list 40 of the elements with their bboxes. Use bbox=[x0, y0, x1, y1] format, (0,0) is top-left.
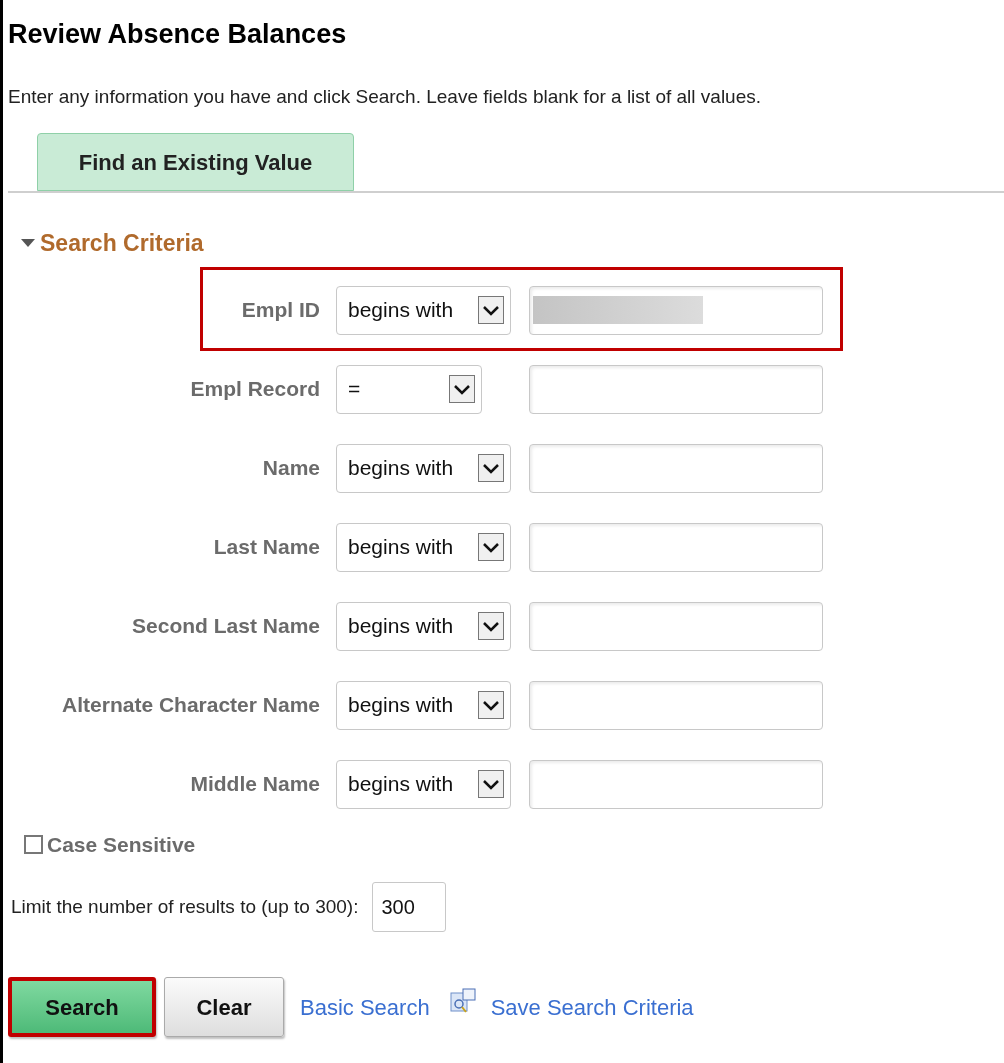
input-field[interactable] bbox=[529, 285, 823, 335]
dropdown-caret-icon bbox=[478, 612, 504, 640]
field-label: Empl Record bbox=[189, 376, 321, 403]
input-field[interactable] bbox=[529, 680, 823, 730]
operator-select[interactable]: begins with bbox=[336, 285, 511, 335]
field-label: Second Last Name bbox=[131, 613, 321, 640]
field-label: Alternate Character Name bbox=[61, 692, 321, 719]
field-label: Empl ID bbox=[240, 297, 321, 324]
dropdown-caret-icon bbox=[478, 454, 504, 482]
dropdown-caret-icon bbox=[449, 375, 475, 403]
dropdown-caret-icon bbox=[478, 296, 504, 324]
section-title[interactable]: Search Criteria bbox=[40, 226, 204, 261]
input-field[interactable] bbox=[529, 522, 823, 572]
tab[interactable]: Find an Existing Value bbox=[37, 133, 354, 191]
operator-select[interactable]: begins with bbox=[336, 522, 511, 572]
input-field[interactable] bbox=[529, 759, 823, 809]
limit-input[interactable]: 300 bbox=[372, 882, 447, 932]
operator-select[interactable]: = bbox=[336, 364, 482, 414]
field-label: Name bbox=[261, 455, 321, 482]
basic-search-link[interactable]: Basic Search bbox=[300, 990, 430, 1024]
instructions-text: Enter any information you have and click Search. Leave fields blank for a list of all values. bbox=[8, 84, 762, 109]
limit-label: Limit the number of results to (up to 300): bbox=[11, 894, 359, 919]
clear-button[interactable]: Clear bbox=[164, 977, 284, 1037]
page-title: Review Absence Balances bbox=[8, 18, 348, 51]
operator-select[interactable]: begins with bbox=[336, 443, 511, 493]
search-button[interactable]: Search bbox=[8, 977, 156, 1037]
operator-select[interactable]: begins with bbox=[336, 680, 511, 730]
checkbox[interactable] bbox=[24, 834, 43, 854]
input-field[interactable] bbox=[529, 364, 823, 414]
checkbox-label: Case Sensitive bbox=[47, 831, 196, 858]
input-field[interactable] bbox=[529, 443, 823, 493]
field-label: Last Name bbox=[212, 534, 321, 561]
dropdown-caret-icon bbox=[478, 770, 504, 798]
dropdown-caret-icon bbox=[478, 533, 504, 561]
dropdown-caret-icon bbox=[478, 691, 504, 719]
save-search-criteria-link[interactable]: Save Search Criteria bbox=[490, 990, 694, 1024]
operator-select[interactable]: begins with bbox=[336, 759, 511, 809]
operator-select[interactable]: begins with bbox=[336, 601, 511, 651]
input-field[interactable] bbox=[529, 601, 823, 651]
field-label: Middle Name bbox=[189, 771, 321, 798]
